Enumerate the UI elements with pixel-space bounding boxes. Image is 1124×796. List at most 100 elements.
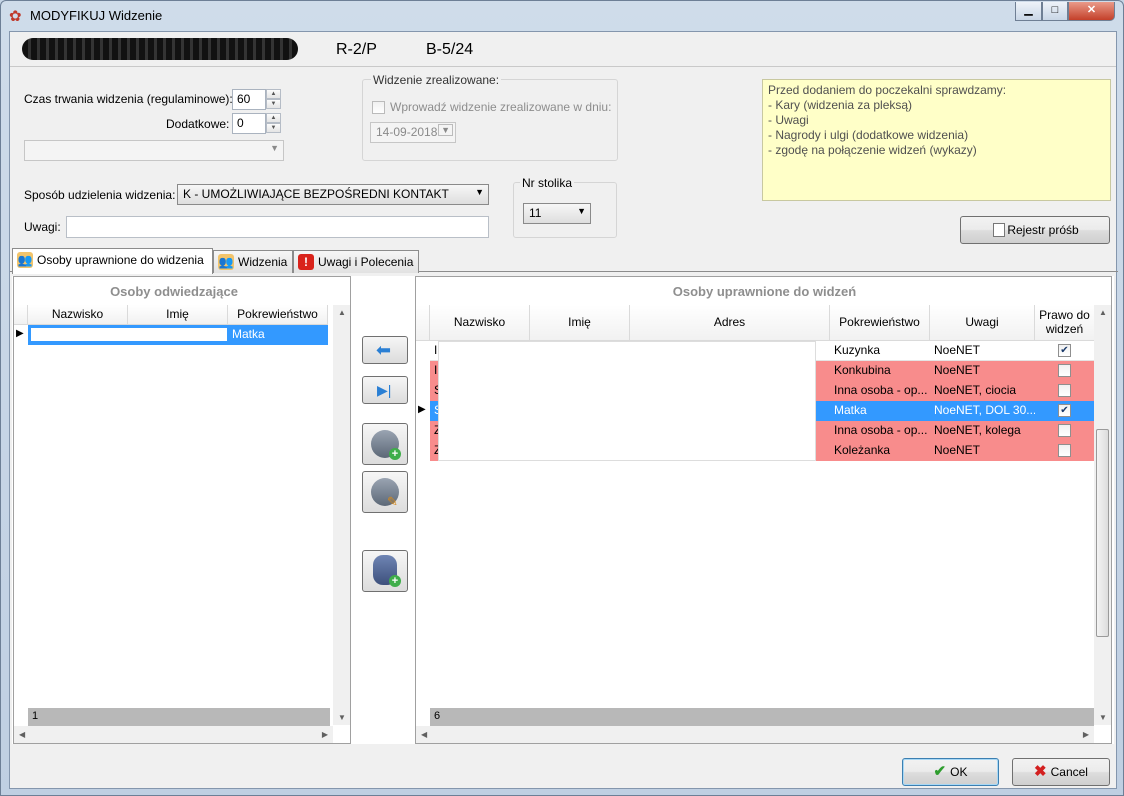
relation-cell: Kuzynka (834, 343, 881, 357)
scroll-left-icon[interactable]: ◀ (19, 730, 25, 739)
column-header[interactable]: Pokrewieństwo (228, 305, 328, 325)
visit-right-checkbox[interactable]: ✔ (1058, 404, 1071, 417)
scroll-right-icon[interactable]: ▶ (1083, 730, 1089, 739)
minimize-button[interactable]: ▁ (1015, 2, 1042, 21)
tab-authorized-persons[interactable]: 👥 Osoby uprawnione do widzenia (12, 248, 213, 274)
column-header[interactable]: Imię (128, 305, 228, 325)
ok-button[interactable]: ✔ OK (902, 758, 999, 786)
window-title: MODYFIKUJ Widzenie (30, 8, 163, 23)
realized-group: Widzenie zrealizowane: Wprowadź widzenie… (362, 73, 618, 161)
cancel-button[interactable]: ✖ Cancel (1012, 758, 1110, 786)
duration-value: 60 (237, 92, 251, 106)
additional-input[interactable]: 0 ▲ ▼ (232, 113, 281, 134)
pencil-icon: ✎ (387, 494, 398, 509)
register-button[interactable]: Rejestr próśb (960, 216, 1110, 244)
visit-right-checkbox[interactable] (1058, 364, 1071, 377)
vertical-scrollbar[interactable]: ▲ ▼ (1094, 305, 1111, 725)
visit-right-checkbox[interactable] (1058, 444, 1071, 457)
duration-input[interactable]: 60 ▲ ▼ (232, 89, 281, 110)
tab-notes-orders[interactable]: ! Uwagi i Polecenia (293, 250, 419, 273)
horizontal-scrollbar[interactable]: ◀ ▶ (14, 726, 333, 743)
right-cell (1035, 381, 1095, 401)
spin-up-icon[interactable]: ▲ (266, 89, 281, 99)
close-button[interactable]: ✕ (1068, 2, 1115, 21)
notes-label: Uwagi: (24, 220, 61, 234)
people-icon: 👥 (17, 252, 33, 268)
add-group-button[interactable]: + (362, 550, 408, 592)
column-header[interactable]: Imię (530, 305, 630, 341)
column-header[interactable]: Pokrewieństwo (830, 305, 930, 341)
method-label: Sposób udzielenia widzenia: (24, 188, 176, 202)
cell-code: R-2/P (336, 41, 377, 58)
realized-date-picker[interactable]: 14-09-2018 ▼ (370, 122, 456, 143)
move-all-right-button[interactable]: ▶| (362, 376, 408, 404)
relation-cell: Koleżanka (830, 441, 930, 461)
cross-icon: ✖ (1034, 763, 1047, 780)
scroll-thumb[interactable] (1096, 429, 1109, 637)
duration-spinner[interactable]: ▲ ▼ (266, 89, 281, 110)
relation-cell: Inna osoba - op... (830, 421, 930, 441)
arrow-right-end-icon: ▶| (377, 382, 392, 398)
spin-up-icon[interactable]: ▲ (266, 113, 281, 123)
cancel-label: Cancel (1050, 765, 1088, 779)
scroll-right-icon[interactable]: ▶ (322, 730, 328, 739)
column-header[interactable]: Nazwisko (430, 305, 530, 341)
spin-down-icon[interactable]: ▼ (266, 123, 281, 133)
vertical-scrollbar[interactable]: ▲ ▼ (333, 305, 350, 725)
info-line: - Nagrody i ulgi (dodatkowe widzenia) (768, 128, 969, 142)
calendar-dropdown-icon: ▼ (438, 124, 453, 136)
scroll-up-icon[interactable]: ▲ (1099, 308, 1107, 317)
column-header[interactable]: Prawo do widzeń (1035, 305, 1095, 341)
visitors-title: Osoby odwiedzające (110, 284, 238, 299)
visit-right-checkbox[interactable]: ✔ (1058, 344, 1071, 357)
column-header[interactable]: Nazwisko (28, 305, 128, 325)
move-left-button[interactable]: ⬅ (362, 336, 408, 364)
spin-down-icon[interactable]: ▼ (266, 99, 281, 109)
info-line: - Uwagi (768, 113, 809, 127)
table-row[interactable]: Matka (28, 325, 328, 345)
edit-person-button[interactable]: ✎ (362, 471, 408, 513)
realized-checkbox[interactable] (372, 101, 385, 114)
row-pointer-icon: ▶ (418, 404, 426, 415)
row-header-column (416, 305, 430, 341)
scroll-down-icon[interactable]: ▼ (1099, 713, 1107, 722)
scroll-down-icon[interactable]: ▼ (338, 713, 346, 722)
method-select[interactable]: K - UMOŻLIWIAJĄCE BEZPOŚREDNI KONTAKT ▼ (177, 184, 489, 205)
scroll-up-icon[interactable]: ▲ (338, 308, 346, 317)
relation-cell: Konkubina (830, 361, 930, 381)
column-header[interactable]: Uwagi (930, 305, 1035, 341)
notes-cell: NoeNET (930, 361, 1035, 381)
redacted-area (438, 341, 816, 461)
right-cell: ✔ (1035, 341, 1095, 361)
visitors-icon: 👥 (218, 254, 234, 270)
column-header[interactable]: Adres (630, 305, 830, 341)
chevron-down-icon: ▼ (577, 206, 586, 216)
extra-select[interactable]: ▼ (24, 140, 284, 161)
visit-right-checkbox[interactable] (1058, 384, 1071, 397)
app-flower-icon: ✿ (9, 8, 22, 25)
table-value: 11 (529, 206, 542, 220)
authorized-grid: Osoby uprawnione do widzeń Nazwisko Imię… (415, 276, 1112, 744)
horizontal-scrollbar[interactable]: ◀ ▶ (416, 726, 1094, 743)
warning-icon: ! (298, 254, 314, 270)
register-label: Rejestr próśb (1007, 223, 1079, 237)
ok-label: OK (950, 765, 968, 779)
info-note: Przed dodaniem do poczekalni sprawdzamy:… (762, 79, 1111, 201)
notes-input[interactable] (66, 216, 489, 238)
table-select[interactable]: 11 ▼ (523, 203, 591, 224)
relation-cell: Inna osoba - op... (830, 381, 930, 401)
maximize-button[interactable]: □ (1042, 2, 1068, 21)
tab-visits[interactable]: 👥 Widzenia (213, 250, 293, 273)
document-icon (993, 223, 1005, 237)
visit-right-checkbox[interactable] (1058, 424, 1071, 437)
info-line: - Kary (widzenia za pleksą) (768, 98, 913, 112)
scroll-left-icon[interactable]: ◀ (421, 730, 427, 739)
notes-cell: NoeNET, kolega (930, 421, 1035, 441)
add-person-button[interactable]: + (362, 423, 408, 465)
visitors-grid: Osoby odwiedzające Nazwisko Imię Pokrewi… (13, 276, 351, 744)
right-cell (1035, 361, 1095, 381)
right-cell (1035, 421, 1095, 441)
realized-group-title: Widzenie zrealizowane: (371, 73, 502, 87)
table-group: Nr stolika 11 ▼ (513, 176, 617, 238)
additional-spinner[interactable]: ▲ ▼ (266, 113, 281, 134)
